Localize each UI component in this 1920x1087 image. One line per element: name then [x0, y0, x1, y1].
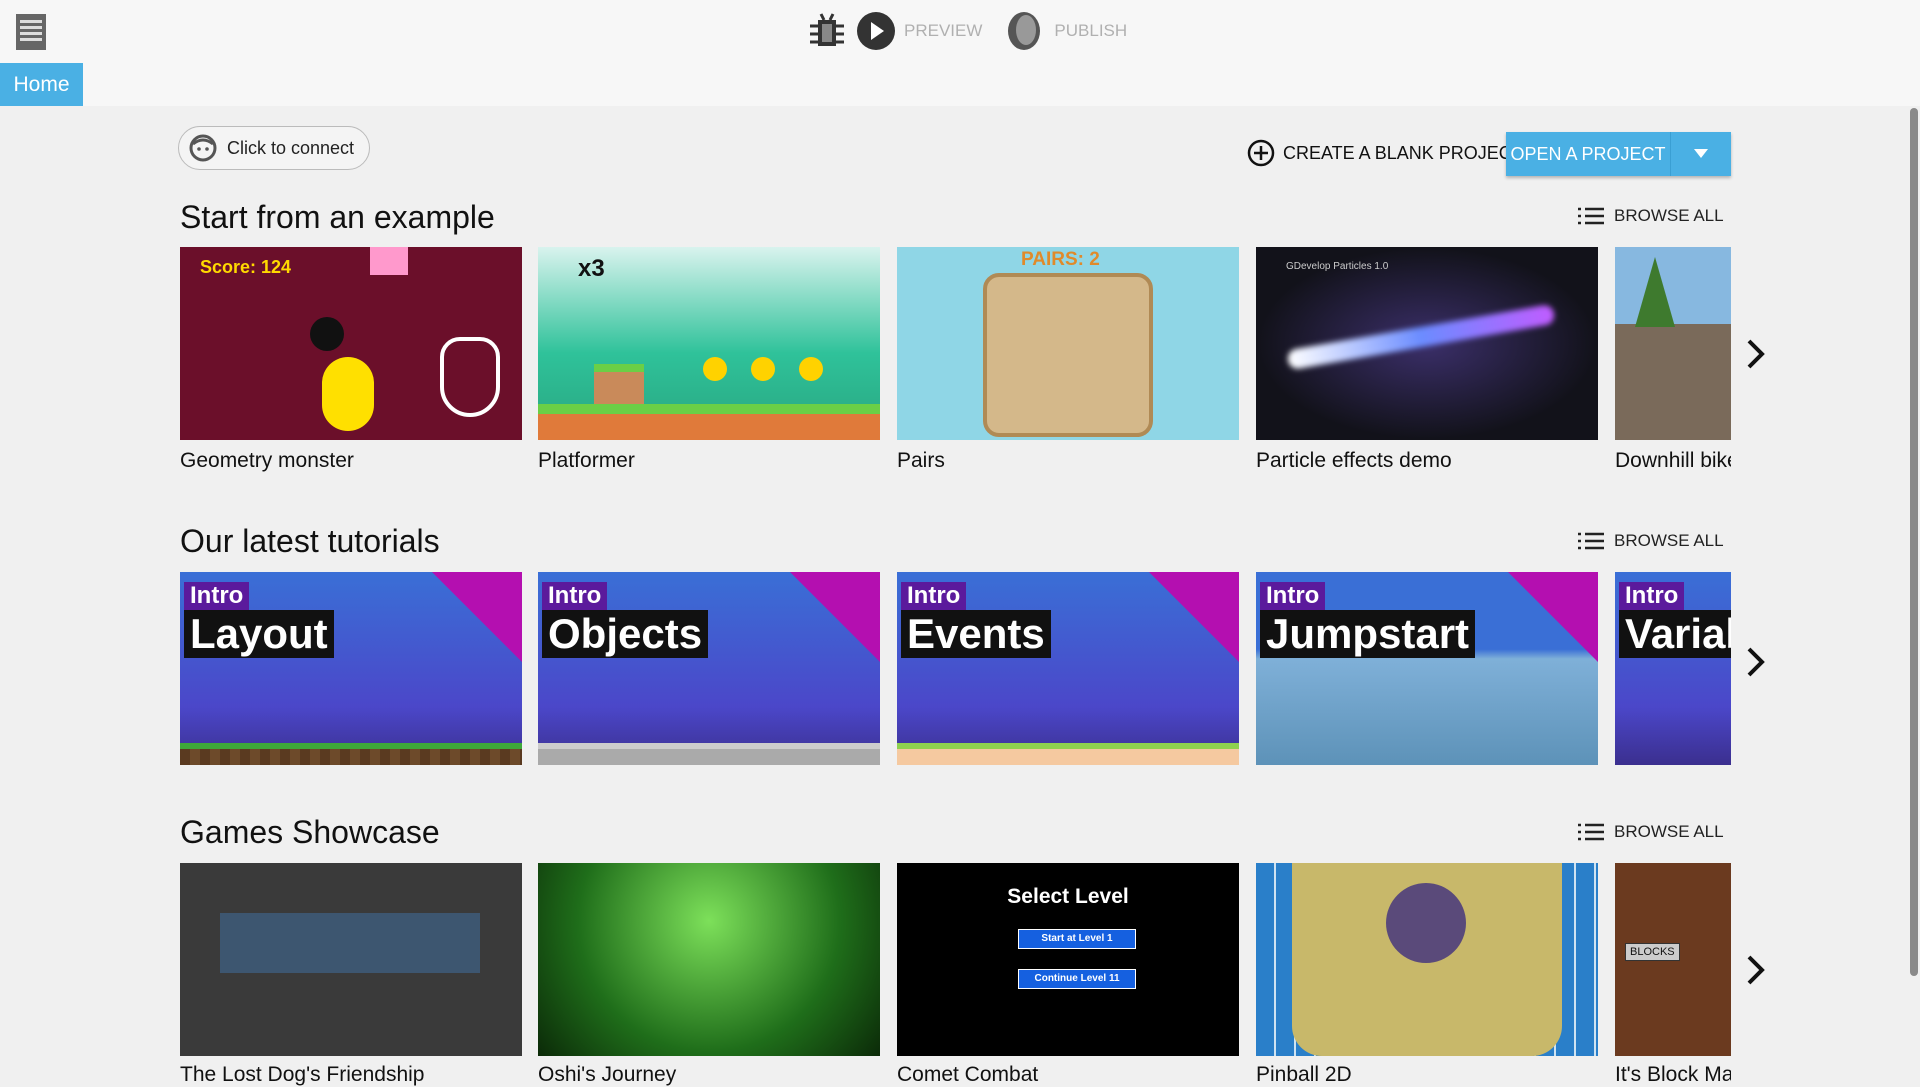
tutorial-card-objects[interactable]: Intro Objects [538, 572, 880, 765]
example-label: Downhill bike [1615, 449, 1731, 472]
thumb-particles-title: GDevelop Particles 1.0 [1286, 261, 1389, 272]
particle-trail-graphic [1286, 303, 1556, 371]
tutorial-card-jumpstart[interactable]: Intro Jumpstart [1256, 572, 1598, 765]
bomb-graphic [310, 317, 344, 351]
board-graphic [983, 273, 1153, 437]
avatar-icon [189, 134, 217, 162]
scrollbar[interactable] [1910, 108, 1918, 976]
browse-all-label: BROWSE ALL [1614, 531, 1724, 550]
water-graphic [220, 913, 480, 973]
tutorials-row: Intro Layout Intro Objects Intro Events Int… [180, 572, 1731, 765]
thumb-continue-level: Continue Level 11 [1018, 969, 1136, 989]
example-label: Particle effects demo [1256, 449, 1452, 472]
project-manager-icon[interactable] [12, 12, 50, 52]
chevron-right-icon[interactable] [1744, 645, 1768, 679]
browse-all-label: BROWSE ALL [1614, 206, 1724, 225]
showcase-card-pinball[interactable] [1256, 863, 1598, 1056]
intro-tag: Intro [901, 582, 967, 610]
thumb-score: Score: 124 [200, 257, 292, 277]
block-graphic [594, 364, 644, 404]
showcase-row: Select Level Start at Level 1 Continue L… [180, 863, 1731, 1056]
tab-home[interactable]: Home [0, 63, 83, 106]
open-project-button[interactable]: OPEN A PROJECT [1506, 132, 1671, 176]
intro-tag: Intro [184, 582, 250, 610]
thumb-blocks: BLOCKS [1625, 943, 1680, 961]
example-label: Platformer [538, 449, 635, 472]
section-title-tutorials: Our latest tutorials [180, 523, 440, 559]
open-project-dropdown[interactable] [1671, 132, 1731, 176]
showcase-label: Oshi's Journey [538, 1063, 677, 1086]
tutorial-title: Events [901, 610, 1051, 658]
list-icon [1578, 207, 1604, 225]
publish-icon[interactable] [1004, 10, 1046, 52]
tree-graphic [1635, 257, 1675, 327]
tutorial-title: Jumpstart [1260, 610, 1476, 658]
coins-graphic [703, 357, 727, 381]
hand-graphic [440, 337, 500, 417]
connect-label: Click to connect [227, 137, 355, 158]
tutorial-title: Variables [1619, 610, 1731, 658]
showcase-card-oshis-journey[interactable] [538, 863, 880, 1056]
thumb-select-level: Select Level [1007, 885, 1129, 908]
intro-tag: Intro [1619, 582, 1685, 610]
open-project-split-button: OPEN A PROJECT [1506, 132, 1731, 176]
example-card-platformer[interactable]: x3 [538, 247, 880, 440]
example-card-particle-effects[interactable]: GDevelop Particles 1.0 [1256, 247, 1598, 440]
intro-tag: Intro [1260, 582, 1326, 610]
bumper-graphic [1386, 883, 1466, 963]
intro-tag: Intro [542, 582, 608, 610]
list-icon [1578, 823, 1604, 841]
top-toolbar: PREVIEW PUBLISH Home [0, 0, 1920, 106]
monster-graphic [322, 357, 374, 431]
chevron-right-icon[interactable] [1744, 337, 1768, 371]
showcase-label: Pinball 2D [1256, 1063, 1352, 1086]
tutorial-card-events[interactable]: Intro Events [897, 572, 1239, 765]
showcase-label: The Lost Dog's Friendship [180, 1063, 425, 1086]
showcase-card-comet-combat[interactable]: Select Level Start at Level 1 Continue L… [897, 863, 1239, 1056]
showcase-label: Comet Combat [897, 1063, 1039, 1086]
preview-play-icon[interactable] [856, 11, 896, 51]
tutorial-title: Layout [184, 610, 334, 658]
tutorial-title: Objects [542, 610, 709, 658]
debug-icon[interactable] [806, 10, 848, 52]
gem-graphic [370, 247, 408, 275]
tutorial-card-layout[interactable]: Intro Layout [180, 572, 522, 765]
showcase-label: It's Block Mania [1615, 1063, 1731, 1086]
showcase-card-lost-dog[interactable] [180, 863, 522, 1056]
tutorial-card-variables[interactable]: IntroVariables [1615, 572, 1731, 765]
ground-graphic [538, 404, 880, 440]
examples-row: Score: 124 x3 PAIRS: 2 GDevelop Particle… [180, 247, 1731, 440]
browse-all-showcase[interactable]: BROWSE ALL [1578, 822, 1724, 842]
example-card-geometry-monster[interactable]: Score: 124 [180, 247, 522, 440]
section-title-showcase: Games Showcase [180, 814, 440, 850]
connect-button[interactable]: Click to connect [178, 126, 370, 170]
list-icon [1578, 532, 1604, 550]
section-title-examples: Start from an example [180, 199, 495, 235]
example-card-pairs[interactable]: PAIRS: 2 [897, 247, 1239, 440]
preview-button[interactable]: PREVIEW [904, 21, 982, 41]
browse-all-label: BROWSE ALL [1614, 822, 1724, 841]
thumb-lives: x3 [578, 255, 605, 282]
thumb-pairs: PAIRS: 2 [1021, 249, 1100, 270]
create-blank-project-button[interactable]: CREATE A BLANK PROJECT [1247, 139, 1523, 167]
plus-circle-icon [1247, 139, 1275, 167]
create-blank-label: CREATE A BLANK PROJECT [1283, 142, 1523, 163]
example-label: Pairs [897, 449, 945, 472]
showcase-card-block-mania[interactable]: BLOCKS [1615, 863, 1731, 1056]
publish-button[interactable]: PUBLISH [1054, 21, 1127, 41]
example-label: Geometry monster [180, 449, 354, 472]
example-card-downhill-bike[interactable] [1615, 247, 1731, 440]
thumb-start-level: Start at Level 1 [1018, 929, 1136, 949]
browse-all-tutorials[interactable]: BROWSE ALL [1578, 531, 1724, 551]
chevron-right-icon[interactable] [1744, 953, 1768, 987]
caret-down-icon [1694, 149, 1708, 158]
browse-all-examples[interactable]: BROWSE ALL [1578, 206, 1724, 226]
